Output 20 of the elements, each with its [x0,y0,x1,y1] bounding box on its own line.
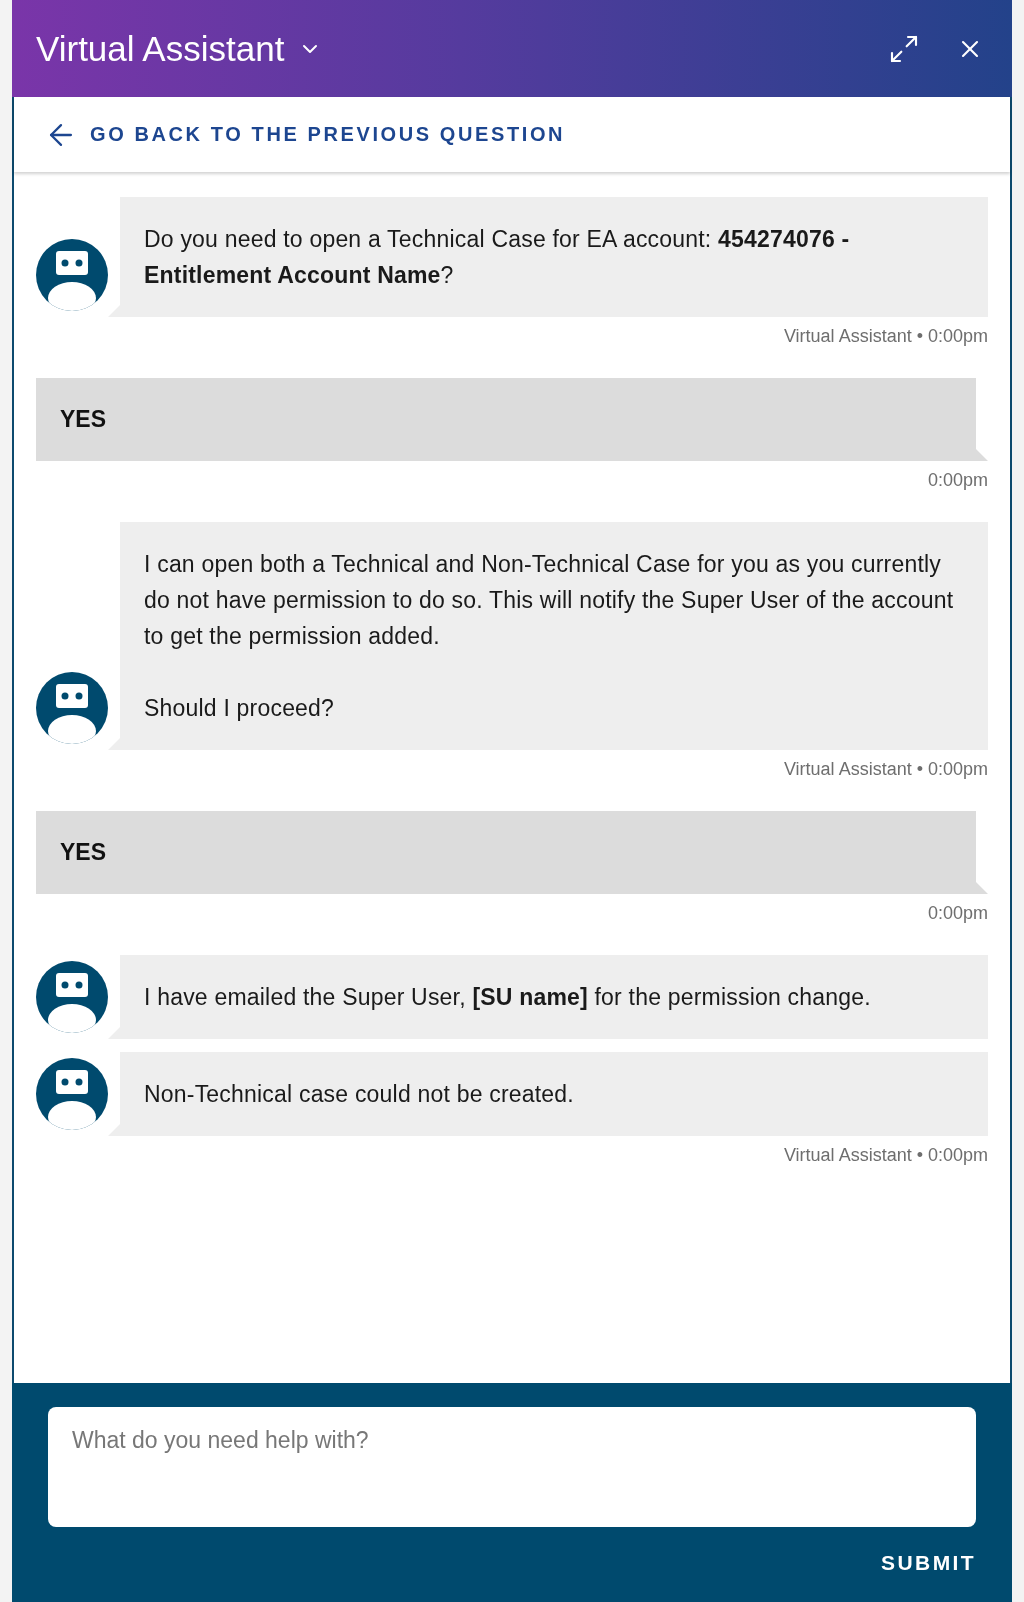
message-meta: Virtual Assistant • 0:00pm [783,326,988,347]
assistant-message: I have emailed the Super User, [SU name] for the permission change. [108,955,988,1039]
robot-avatar-icon [36,672,108,744]
message-meta: Virtual Assistant • 0:00pm [783,1145,988,1166]
robot-avatar-icon [36,961,108,1033]
back-link[interactable]: GO BACK TO THE PREVIOUS QUESTION [44,117,566,152]
assistant-message: Do you need to open a Technical Case for EA account: 454274076 - Entitlement Account Name? [108,197,988,317]
robot-avatar-icon [36,239,108,311]
message-meta: Virtual Assistant • 0:00pm [783,759,988,780]
message-input[interactable]: What do you need help with? [48,1407,976,1527]
window-title: Virtual Assistant [36,28,285,69]
user-message: YES [36,811,988,894]
robot-avatar-icon [36,1058,108,1130]
message-meta: 0:00pm [927,903,988,924]
submit-button[interactable]: SUBMIT [881,1551,976,1575]
assistant-message: I can open both a Technical and Non-Technical Case for you as you currently do not have permission to do so. This will notify the Super User of the account to get the permission added. Should I proceed? [108,522,988,750]
back-link-label: GO BACK TO THE PREVIOUS QUESTION [90,123,566,146]
user-message: YES [36,378,988,461]
message-meta: 0:00pm [927,470,988,491]
assistant-message: Non-Technical case could not be created. [108,1052,988,1136]
